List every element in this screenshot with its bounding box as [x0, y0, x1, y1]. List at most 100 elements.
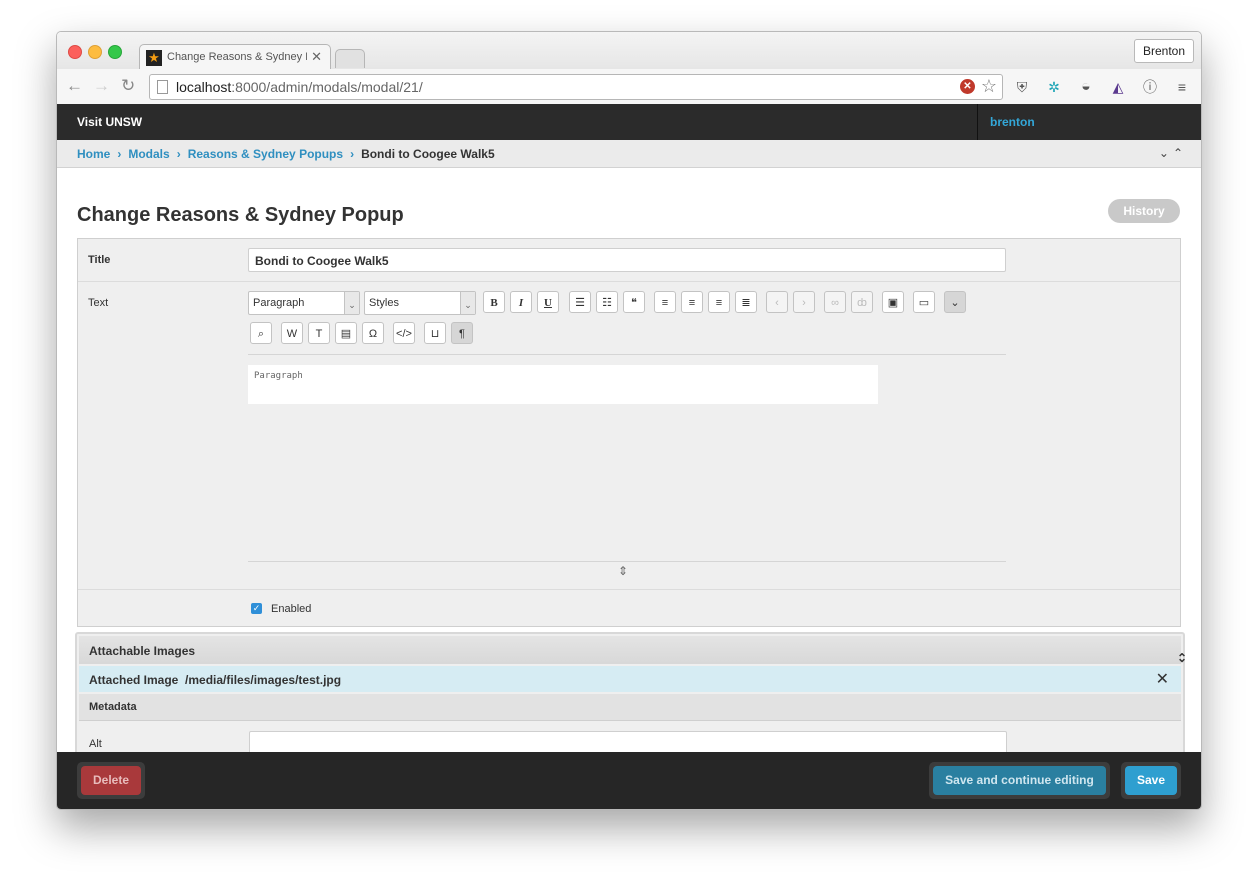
history-button[interactable]: History: [1108, 199, 1180, 223]
format-select-value: Paragraph: [253, 297, 305, 309]
align-justify-icon[interactable]: ≣: [735, 291, 757, 313]
resize-handle-icon[interactable]: ⇕: [618, 564, 628, 578]
close-tab-icon[interactable]: ✕: [311, 49, 322, 65]
blockquote-icon[interactable]: ❝: [623, 291, 645, 313]
breadcrumb-home[interactable]: Home: [77, 147, 110, 161]
special-char-icon[interactable]: Ω: [362, 322, 384, 344]
mask-extension-icon[interactable]: ◒: [1077, 78, 1095, 96]
collapse-all-icon[interactable]: ⌃: [1173, 146, 1187, 160]
attached-image-label: Attached Image: [89, 673, 179, 687]
forward-arrow-icon[interactable]: →: [93, 77, 110, 95]
undo-icon[interactable]: ‹: [766, 291, 788, 313]
align-right-icon[interactable]: ≡: [708, 291, 730, 313]
ublock-shield-icon[interactable]: ⛨: [1013, 78, 1031, 96]
page-title: Change Reasons & Sydney Popup: [77, 204, 404, 226]
code-icon[interactable]: </>: [393, 322, 415, 344]
attached-image-path: /media/files/images/test.jpg: [185, 673, 342, 687]
chevron-right-icon: ›: [117, 147, 122, 161]
inline-group-title: Attachable Images: [89, 644, 196, 658]
remove-icon[interactable]: ✕: [1156, 669, 1169, 689]
reload-icon[interactable]: ↻: [121, 77, 135, 95]
browser-tab[interactable]: ★ Change Reasons & Sydney Popup ✕: [139, 44, 331, 71]
collapse-all-icon[interactable]: ⌃: [1177, 651, 1197, 665]
collapse-expand-controls: ⌄⌃: [1159, 146, 1187, 160]
page-icon: [157, 80, 168, 94]
image-icon[interactable]: ▣: [882, 291, 904, 313]
breadcrumb: Home › Modals › Reasons & Sydney Popups › Bond…: [57, 140, 1201, 168]
menu-icon[interactable]: ≡: [1173, 78, 1191, 96]
network-extension-icon[interactable]: ✲: [1045, 78, 1063, 96]
title-input-value: Bondi to Coogee Walk5: [255, 254, 389, 268]
main-fieldset: Title Bondi to Coogee Walk5 Text Paragra…: [77, 238, 1181, 627]
media-icon[interactable]: ▤: [335, 322, 357, 344]
unlink-icon[interactable]: ȸ: [851, 291, 873, 313]
underline-icon[interactable]: U: [537, 291, 559, 313]
align-left-icon[interactable]: ≡: [654, 291, 676, 313]
link-icon[interactable]: ∞: [824, 291, 846, 313]
save-button[interactable]: Save: [1125, 766, 1177, 795]
minimize-window-button[interactable]: [88, 45, 102, 59]
submit-row: Delete Save and continue editing Save: [57, 752, 1201, 809]
new-tab-button[interactable]: [335, 49, 365, 68]
site-brand[interactable]: Visit UNSW: [77, 115, 142, 129]
paste-text-icon[interactable]: T: [308, 322, 330, 344]
graph-extension-icon[interactable]: ◭: [1109, 78, 1127, 96]
metadata-label: Metadata: [89, 701, 137, 713]
breadcrumb-modals[interactable]: Modals: [128, 147, 169, 161]
save-continue-wrap: Save and continue editing: [929, 762, 1110, 799]
inline-group-header: Attachable Images ⌄ ⌃: [79, 636, 1187, 665]
bold-icon[interactable]: B: [483, 291, 505, 313]
breadcrumb-section[interactable]: Reasons & Sydney Popups: [188, 147, 343, 161]
visual-aid-icon[interactable]: ⊔: [424, 322, 446, 344]
info-extension-icon[interactable]: ⓘ: [1141, 78, 1159, 96]
bookmark-star-icon[interactable]: ☆: [981, 76, 997, 97]
browser-toolbar: ← → ↻ localhost:8000/admin/modals/modal/…: [57, 69, 1201, 105]
profile-button[interactable]: Brenton: [1133, 39, 1194, 63]
url-text[interactable]: localhost:8000/admin/modals/modal/21/: [176, 79, 423, 95]
editor-paragraph-marker: Paragraph: [254, 371, 303, 381]
url-path: :8000/admin/modals/modal/21/: [231, 79, 423, 95]
toolbar-toggle-icon[interactable]: ⌄: [944, 291, 966, 313]
close-window-button[interactable]: [68, 45, 82, 59]
styles-select-value: Styles: [369, 297, 399, 309]
address-bar[interactable]: localhost:8000/admin/modals/modal/21/ ✕ …: [149, 74, 1003, 100]
back-arrow-icon[interactable]: ←: [66, 77, 83, 95]
save-button-wrap: Save: [1121, 762, 1181, 799]
search-icon[interactable]: ⌕: [250, 322, 272, 344]
delete-button[interactable]: Delete: [81, 766, 141, 795]
rich-text-editor[interactable]: Paragraph: [248, 365, 878, 404]
chevron-down-icon: ⌄: [460, 292, 475, 314]
blocked-content-icon[interactable]: ✕: [960, 79, 975, 94]
tab-title: Change Reasons & Sydney Popup: [167, 51, 307, 63]
attached-image-text: Attached Image /media/files/images/test.…: [89, 673, 341, 687]
enabled-checkbox[interactable]: ✓: [251, 603, 262, 614]
chevron-down-icon: ⌄: [344, 292, 359, 314]
browser-titlebar: ★ Change Reasons & Sydney Popup ✕ Brento…: [57, 32, 1201, 71]
row-divider: [78, 281, 1180, 282]
italic-icon[interactable]: I: [510, 291, 532, 313]
expand-all-icon[interactable]: ⌄: [1159, 146, 1173, 160]
paste-word-icon[interactable]: W: [281, 322, 303, 344]
text-label: Text: [88, 297, 109, 309]
styles-select[interactable]: Styles ⌄: [364, 291, 476, 315]
numbered-list-icon[interactable]: ☷: [596, 291, 618, 313]
metadata-header: Metadata: [79, 694, 1181, 721]
star-favicon-icon: ★: [146, 50, 162, 66]
chevron-right-icon: ›: [350, 147, 355, 161]
pilcrow-icon[interactable]: ¶: [451, 322, 473, 344]
user-name: brenton: [990, 115, 1035, 129]
fullscreen-icon[interactable]: ▭: [913, 291, 935, 313]
enabled-label: Enabled: [271, 603, 312, 615]
chevron-right-icon: ›: [176, 147, 181, 161]
browser-window: ★ Change Reasons & Sydney Popup ✕ Brento…: [56, 31, 1202, 810]
redo-icon[interactable]: ›: [793, 291, 815, 313]
user-menu[interactable]: brenton: [977, 104, 1201, 140]
save-continue-button[interactable]: Save and continue editing: [933, 766, 1106, 795]
zoom-window-button[interactable]: [108, 45, 122, 59]
title-input[interactable]: Bondi to Coogee Walk5: [248, 248, 1006, 272]
attached-image-row[interactable]: Attached Image /media/files/images/test.…: [79, 666, 1181, 692]
format-select[interactable]: Paragraph ⌄: [248, 291, 360, 315]
align-center-icon[interactable]: ≡: [681, 291, 703, 313]
url-host: localhost: [176, 79, 232, 95]
bullet-list-icon[interactable]: ☰: [569, 291, 591, 313]
